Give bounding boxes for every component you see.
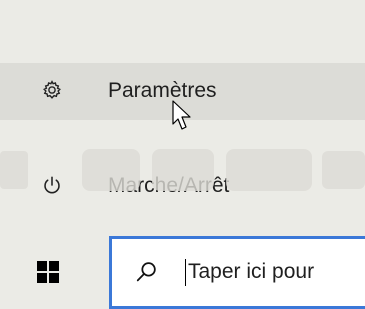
taskbar-search-box[interactable]: Taper ici pour (109, 236, 365, 309)
text-caret (185, 259, 186, 286)
gear-icon (43, 80, 61, 99)
search-icon (136, 262, 156, 282)
screenshot: Paramètres Marche/Arrêt Taper ici pour (0, 0, 365, 309)
mouse-cursor-icon (172, 100, 191, 130)
start-menu: Paramètres Marche/Arrêt (0, 0, 365, 236)
windows-logo-icon[interactable] (37, 261, 59, 283)
power-label: Marche/Arrêt (108, 174, 230, 197)
start-menu-item-power[interactable]: Marche/Arrêt (0, 158, 365, 215)
settings-label: Paramètres (108, 79, 217, 102)
search-placeholder: Taper ici pour (188, 260, 315, 283)
power-icon (44, 176, 60, 194)
start-menu-top-area (0, 0, 365, 40)
taskbar: Taper ici pour (0, 236, 365, 309)
